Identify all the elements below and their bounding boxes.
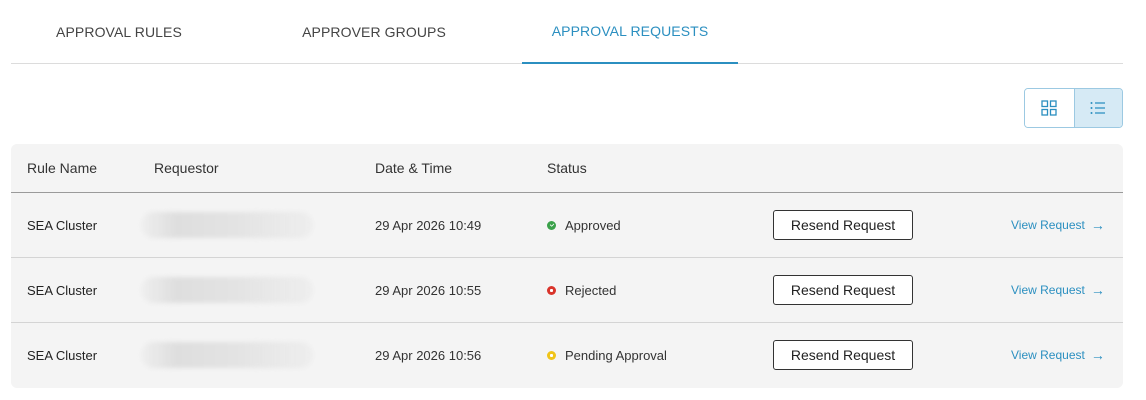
rule-name-cell: SEA Cluster [27, 282, 98, 298]
status-cell: Rejected [547, 258, 616, 322]
view-request-link[interactable]: View Request → [1011, 323, 1105, 387]
status-label: Pending Approval [565, 347, 667, 363]
header-status: Status [547, 160, 587, 176]
rule-name-cell: SEA Cluster [27, 217, 98, 233]
status-label: Rejected [565, 282, 617, 298]
status-cell: Approved [547, 193, 621, 257]
approval-requests-table: Rule Name Requestor Date & Time Status S… [11, 144, 1123, 388]
rule-name-cell: SEA Cluster [27, 347, 98, 363]
date-time-cell: 29 Apr 2026 10:49 [375, 217, 482, 233]
tab-approver-groups[interactable]: APPROVER GROUPS [266, 0, 482, 64]
redacted-requestor [141, 342, 313, 368]
arrow-right-icon: → [1090, 217, 1105, 233]
requestor-cell [141, 193, 313, 257]
arrow-right-icon: → [1090, 282, 1105, 298]
list-view-icon [1090, 102, 1106, 114]
header-date-time: Date & Time [375, 160, 453, 176]
check-circle-icon [547, 220, 556, 230]
resend-request-button[interactable]: Resend Request [773, 210, 913, 240]
table-header: Rule Name Requestor Date & Time Status [11, 144, 1123, 193]
resend-request-button[interactable]: Resend Request [773, 275, 913, 305]
status-cell: Pending Approval [547, 323, 667, 387]
tab-approval-rules[interactable]: APPROVAL RULES [11, 0, 227, 64]
table-row: SEA Cluster 29 Apr 2026 10:56 Pending Ap… [11, 323, 1123, 388]
header-requestor: Requestor [154, 160, 219, 176]
resend-request-button[interactable]: Resend Request [773, 340, 913, 370]
tab-approval-requests[interactable]: APPROVAL REQUESTS [522, 0, 738, 64]
status-label: Approved [565, 217, 621, 233]
requestor-cell [141, 323, 313, 387]
requestor-cell [141, 258, 313, 322]
table-row: SEA Cluster 29 Apr 2026 10:49 Approved R… [11, 193, 1123, 258]
view-request-link[interactable]: View Request → [1011, 258, 1105, 322]
redacted-requestor [141, 277, 313, 303]
table-row: SEA Cluster 29 Apr 2026 10:55 Rejected R… [11, 258, 1123, 323]
list-view-button[interactable] [1073, 89, 1122, 127]
grid-view-icon [1041, 100, 1057, 116]
view-request-label: View Request [1011, 283, 1085, 297]
view-request-label: View Request [1011, 348, 1085, 362]
date-time-cell: 29 Apr 2026 10:56 [375, 347, 482, 363]
date-time-cell: 29 Apr 2026 10:55 [375, 282, 482, 298]
grid-view-button[interactable] [1025, 89, 1074, 127]
view-toggle [1024, 88, 1123, 128]
view-request-link[interactable]: View Request → [1011, 193, 1105, 257]
pending-circle-icon [547, 350, 556, 360]
header-rule-name: Rule Name [27, 160, 98, 176]
redacted-requestor [141, 212, 313, 238]
arrow-right-icon: → [1090, 347, 1105, 363]
error-circle-icon [547, 285, 556, 295]
tab-bar: APPROVAL RULES APPROVER GROUPS APPROVAL … [11, 0, 1123, 64]
view-request-label: View Request [1011, 218, 1085, 232]
